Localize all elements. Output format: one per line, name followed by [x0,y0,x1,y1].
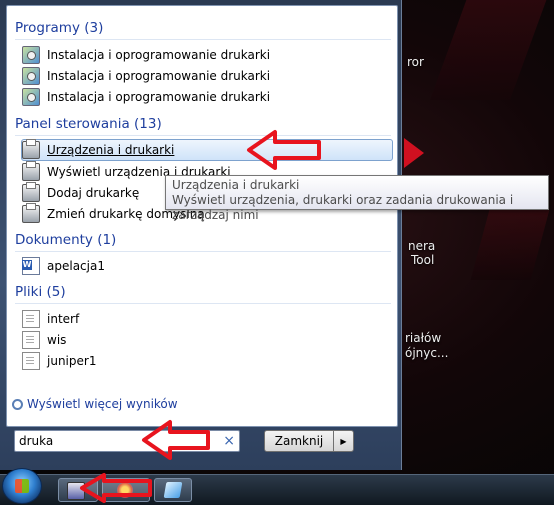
see-more-results-label: Wyświetl więcej wyników [27,397,178,411]
group-divider [15,39,391,40]
start-menu: Programy (3) Instalacja i oprogramowanie… [0,0,402,470]
result-item-label: Instalacja i oprogramowanie drukarki [47,69,271,83]
result-item[interactable]: Instalacja i oprogramowanie drukarki [22,66,392,86]
desktop-icon-label[interactable]: ror [407,55,424,69]
result-item[interactable]: wis [22,330,392,350]
result-item-label: wis [47,333,67,347]
result-item-devices-printers[interactable]: Urządzenia i drukarki [21,139,393,161]
taskbar-button[interactable] [154,478,192,502]
printer-icon [22,161,40,181]
result-item[interactable]: interf [22,309,392,329]
printer-icon [22,203,40,223]
group-divider [15,135,391,136]
annotation-arrow-icon [142,420,210,460]
tooltip-description: Wyświetl urządzenia, drukarki oraz zadan… [172,193,514,222]
file-icon [22,352,40,370]
annotation-arrow-icon [247,130,321,170]
result-item-label: Instalacja i oprogramowanie drukarki [47,48,271,62]
result-item-label: juniper1 [47,354,97,368]
file-icon [22,310,40,328]
clear-icon[interactable]: × [223,433,235,449]
shutdown-button-group: Zamknij ▶ [264,430,354,452]
install-icon [22,46,40,64]
desktop-icon-label[interactable]: nera [408,239,435,253]
result-item-label: interf [47,312,80,326]
printer-icon [22,182,40,202]
tooltip-title: Urządzenia i drukarki [172,178,300,192]
desktop-icon-label[interactable]: Tool [411,253,434,267]
group-divider [15,251,391,252]
desktop-icon-label[interactable]: riałów [405,331,441,345]
word-document-icon [22,257,40,275]
group-header-documents[interactable]: Dokumenty (1) [15,232,116,248]
result-item-label: Dodaj drukarkę [47,186,140,200]
printer-icon [22,139,40,159]
desktop-wallpaper-arrow [404,138,424,168]
result-item[interactable]: Instalacja i oprogramowanie drukarki [22,87,392,107]
group-header-control-panel[interactable]: Panel sterowania (13) [15,116,162,132]
result-item[interactable]: juniper1 [22,351,392,371]
install-icon [22,67,40,85]
group-header-files[interactable]: Pliki (5) [15,284,66,300]
file-icon [22,331,40,349]
result-item-label: Instalacja i oprogramowanie drukarki [47,90,271,104]
see-more-results-link[interactable]: Wyświetl więcej wyników [12,397,178,411]
shutdown-button[interactable]: Zamknij [264,430,334,452]
group-header-programs[interactable]: Programy (3) [15,20,103,36]
desktop-icon-label[interactable]: ójnyc... [405,346,448,360]
result-item-label: apelacja1 [47,259,105,273]
annotation-arrow-icon [80,473,152,503]
tooltip: Urządzenia i drukarki Wyświetl urządzeni… [165,175,549,222]
desktop-wallpaper-shape [429,0,551,100]
result-item[interactable]: apelacja1 [22,256,392,276]
search-icon [12,398,23,410]
result-item[interactable]: Instalacja i oprogramowanie drukarki [22,45,392,65]
result-item-label: Urządzenia i drukarki [47,143,175,157]
install-icon [22,88,40,106]
group-divider [15,303,391,304]
app-icon [163,482,183,498]
start-button[interactable] [2,468,42,504]
shutdown-options-arrow-icon[interactable]: ▶ [334,430,354,452]
